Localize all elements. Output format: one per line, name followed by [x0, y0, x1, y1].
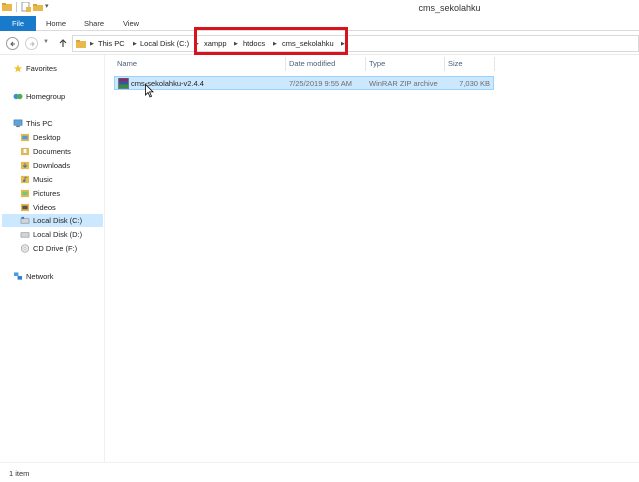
drive-icon — [20, 216, 30, 224]
homegroup-icon — [13, 93, 23, 100]
arrow-left-icon — [10, 41, 15, 47]
file-size: 7,030 KB — [459, 79, 490, 88]
file-row[interactable]: cms-sekolahku-v2.4.4 7/25/2019 9:55 AM W… — [114, 76, 494, 90]
annotation-highlight-box — [194, 27, 348, 55]
tab-file[interactable]: File — [0, 16, 36, 31]
address-bar[interactable]: ▶ This PC ▶ Local Disk (C:) ▶ xampp ▶ ht… — [72, 35, 639, 52]
network-icon — [13, 272, 23, 280]
drive-icon — [20, 232, 30, 238]
file-date-modified: 7/25/2019 9:55 AM — [289, 79, 352, 88]
column-headers: Name Date modified Type Size — [114, 57, 639, 71]
tab-view[interactable]: View — [114, 16, 148, 31]
desktop-folder-icon — [20, 133, 30, 142]
mouse-cursor-icon — [145, 84, 154, 98]
forward-button[interactable] — [25, 37, 38, 50]
nav-local-disk-c[interactable]: Local Disk (C:) — [2, 214, 103, 227]
chevron-right-icon[interactable]: ▶ — [90, 40, 94, 49]
documents-folder-icon — [20, 147, 30, 156]
breadcrumb-local-disk-c[interactable]: Local Disk (C:) — [140, 39, 189, 49]
downloads-folder-icon — [20, 161, 30, 170]
title-bar: ▾ cms_sekolahku — [0, 0, 639, 16]
recent-locations-icon[interactable]: ▼ — [43, 39, 49, 45]
column-header-type[interactable]: Type — [369, 59, 385, 69]
cd-drive-icon — [20, 244, 30, 253]
column-divider[interactable] — [494, 57, 495, 71]
column-header-name[interactable]: Name — [117, 59, 137, 69]
star-icon — [13, 64, 23, 73]
file-type: WinRAR ZIP archive — [369, 79, 438, 88]
folder-icon — [76, 40, 86, 48]
computer-icon — [13, 119, 23, 128]
column-header-size[interactable]: Size — [448, 59, 463, 69]
pictures-folder-icon — [20, 189, 30, 198]
item-count: 1 item — [9, 469, 30, 478]
tab-share[interactable]: Share — [76, 16, 112, 31]
column-divider[interactable] — [365, 57, 366, 71]
column-header-date-modified[interactable]: Date modified — [289, 59, 335, 69]
arrow-right-icon — [30, 41, 35, 47]
column-divider[interactable] — [444, 57, 445, 71]
winrar-archive-icon — [118, 78, 129, 89]
videos-folder-icon — [20, 203, 30, 212]
status-bar: 1 item — [0, 462, 639, 482]
tab-home[interactable]: Home — [38, 16, 74, 31]
back-button[interactable] — [6, 37, 19, 50]
file-name[interactable]: cms-sekolahku-v2.4.4 — [131, 79, 204, 89]
navigation-pane: Favorites Homegroup This PC Desktop Docu… — [0, 55, 105, 462]
column-divider[interactable] — [285, 57, 286, 71]
chevron-right-icon[interactable]: ▶ — [133, 40, 137, 49]
window-title: cms_sekolahku — [418, 3, 481, 13]
breadcrumb-this-pc[interactable]: This PC — [98, 39, 125, 49]
up-arrow-icon[interactable] — [58, 38, 68, 48]
music-folder-icon — [20, 175, 30, 184]
